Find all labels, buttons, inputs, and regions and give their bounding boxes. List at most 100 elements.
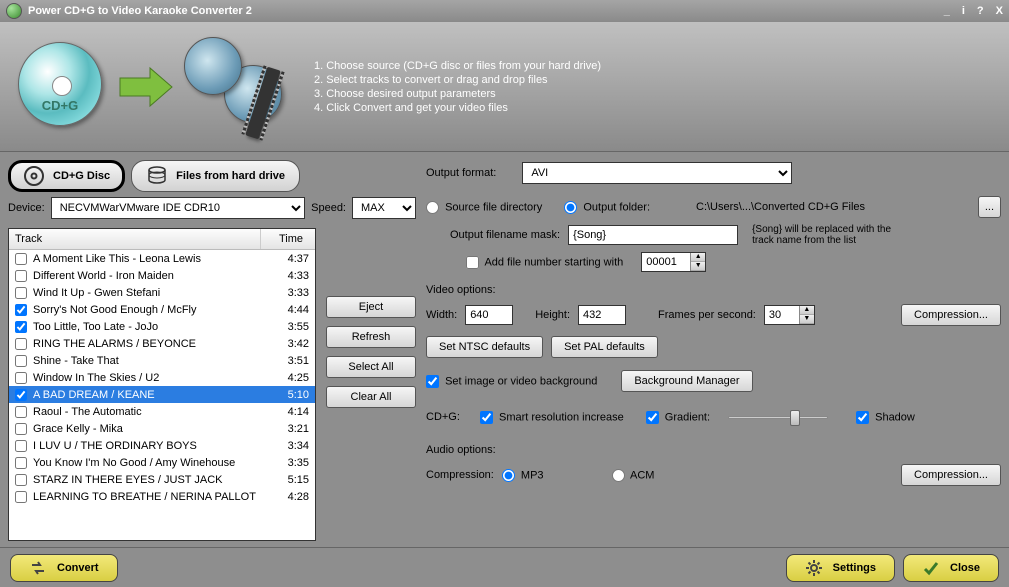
track-time: 4:14 (261, 406, 309, 418)
table-row[interactable]: RING THE ALARMS / BEYONCE3:42 (9, 335, 315, 352)
track-name: LEARNING TO BREATHE / NERINA PALLOT (33, 491, 261, 503)
cdg-disc-button[interactable]: CD+G Disc (8, 160, 125, 192)
instruction-3: 3. Choose desired output parameters (314, 88, 601, 100)
close-button[interactable]: Close (903, 554, 999, 582)
table-row[interactable]: Grace Kelly - Mika3:21 (9, 420, 315, 437)
track-checkbox[interactable] (15, 287, 27, 299)
table-row[interactable]: Too Little, Too Late - JoJo3:55 (9, 318, 315, 335)
track-checkbox[interactable] (15, 389, 27, 401)
shadow-label: Shadow (875, 411, 915, 423)
spinner-buttons[interactable]: ▲▼ (690, 253, 705, 271)
acm-radio[interactable]: ACM (612, 469, 655, 482)
fps-spinner[interactable]: ▲▼ (764, 305, 815, 325)
track-checkbox[interactable] (15, 372, 27, 384)
speed-select[interactable]: MAX (352, 197, 416, 219)
audio-compression-button[interactable]: Compression... (901, 464, 1001, 486)
eject-button[interactable]: Eject (326, 296, 416, 318)
ntsc-defaults-button[interactable]: Set NTSC defaults (426, 336, 543, 358)
output-format-select[interactable]: AVI (522, 162, 792, 184)
smart-resolution-checkbox[interactable]: Smart resolution increase (480, 411, 624, 424)
close-window-button[interactable]: X (996, 5, 1003, 17)
height-input[interactable] (578, 305, 626, 325)
track-checkbox[interactable] (15, 491, 27, 503)
track-checkbox[interactable] (15, 474, 27, 486)
track-name: Grace Kelly - Mika (33, 423, 261, 435)
help-button[interactable]: ? (977, 5, 984, 17)
source-dir-label: Source file directory (445, 201, 542, 213)
col-time[interactable]: Time (261, 229, 315, 249)
audio-comp-label: Compression: (426, 469, 494, 481)
table-row[interactable]: I LUV U / THE ORDINARY BOYS3:34 (9, 437, 315, 454)
track-time: 5:15 (261, 474, 309, 486)
table-row[interactable]: You Know I'm No Good / Amy Winehouse3:35 (9, 454, 315, 471)
gear-icon (805, 559, 823, 577)
refresh-button[interactable]: Refresh (326, 326, 416, 348)
clear-all-button[interactable]: Clear All (326, 386, 416, 408)
track-name: You Know I'm No Good / Amy Winehouse (33, 457, 261, 469)
track-checkbox[interactable] (15, 270, 27, 282)
track-name: Sorry's Not Good Enough / McFly (33, 304, 261, 316)
add-number-checkbox[interactable]: Add file number starting with (466, 256, 623, 269)
table-row[interactable]: A BAD DREAM / KEANE5:10 (9, 386, 315, 403)
output-folder-radio[interactable]: Output folder: (564, 201, 650, 214)
select-all-button[interactable]: Select All (326, 356, 416, 378)
width-input[interactable] (465, 305, 513, 325)
track-list[interactable]: Track Time A Moment Like This - Leona Le… (8, 228, 316, 541)
track-name: Different World - Iron Maiden (33, 270, 261, 282)
track-checkbox[interactable] (15, 457, 27, 469)
track-checkbox[interactable] (15, 253, 27, 265)
output-format-label: Output format: (426, 167, 496, 179)
gradient-slider[interactable] (728, 408, 828, 426)
drive-icon (146, 165, 168, 187)
video-compression-button[interactable]: Compression... (901, 304, 1001, 326)
track-time: 5:10 (261, 389, 309, 401)
app-title: Power CD+G to Video Karaoke Converter 2 (28, 5, 252, 17)
convert-button[interactable]: Convert (10, 554, 118, 582)
table-row[interactable]: Shine - Take That3:51 (9, 352, 315, 369)
table-row[interactable]: LEARNING TO BREATHE / NERINA PALLOT4:28 (9, 488, 315, 505)
device-label: Device: (8, 202, 45, 214)
table-row[interactable]: Sorry's Not Good Enough / McFly4:44 (9, 301, 315, 318)
track-checkbox[interactable] (15, 440, 27, 452)
mask-label: Output filename mask: (450, 229, 560, 241)
set-background-checkbox[interactable]: Set image or video background (426, 375, 597, 388)
gradient-checkbox[interactable]: Gradient: (646, 411, 710, 424)
track-checkbox[interactable] (15, 355, 27, 367)
shadow-checkbox[interactable]: Shadow (856, 411, 915, 424)
track-checkbox[interactable] (15, 338, 27, 350)
app-icon (6, 3, 22, 19)
track-name: Too Little, Too Late - JoJo (33, 321, 261, 333)
width-label: Width: (426, 309, 457, 321)
table-row[interactable]: Different World - Iron Maiden4:33 (9, 267, 315, 284)
table-row[interactable]: A Moment Like This - Leona Lewis4:37 (9, 250, 315, 267)
fps-spinner-buttons[interactable]: ▲▼ (799, 306, 814, 324)
table-row[interactable]: Wind It Up - Gwen Stefani3:33 (9, 284, 315, 301)
browse-button[interactable]: ... (978, 196, 1001, 218)
track-checkbox[interactable] (15, 406, 27, 418)
settings-button[interactable]: Settings (786, 554, 895, 582)
track-time: 4:37 (261, 253, 309, 265)
background-manager-button[interactable]: Background Manager (621, 370, 752, 392)
track-checkbox[interactable] (15, 423, 27, 435)
file-number-spinner[interactable]: ▲▼ (641, 252, 706, 272)
files-from-drive-button[interactable]: Files from hard drive (131, 160, 300, 192)
device-select[interactable]: NECVMWarVMware IDE CDR10 (51, 197, 305, 219)
table-row[interactable]: STARZ IN THERE EYES / JUST JACK5:15 (9, 471, 315, 488)
minimize-button[interactable]: _ (944, 5, 950, 17)
pal-defaults-button[interactable]: Set PAL defaults (551, 336, 658, 358)
fps-input[interactable] (765, 306, 799, 324)
mask-hint: {Song} will be replaced with the track n… (752, 224, 902, 246)
close-label: Close (950, 562, 980, 574)
filename-mask-input[interactable] (568, 225, 738, 245)
mp3-radio[interactable]: MP3 (502, 469, 544, 482)
file-number-input[interactable] (642, 253, 690, 271)
col-track[interactable]: Track (9, 229, 261, 249)
titlebar: Power CD+G to Video Karaoke Converter 2 … (0, 0, 1009, 22)
track-time: 3:33 (261, 287, 309, 299)
info-button[interactable]: i (962, 5, 965, 17)
table-row[interactable]: Raoul - The Automatic4:14 (9, 403, 315, 420)
track-checkbox[interactable] (15, 304, 27, 316)
source-dir-radio[interactable]: Source file directory (426, 201, 542, 214)
table-row[interactable]: Window In The Skies / U24:25 (9, 369, 315, 386)
track-checkbox[interactable] (15, 321, 27, 333)
